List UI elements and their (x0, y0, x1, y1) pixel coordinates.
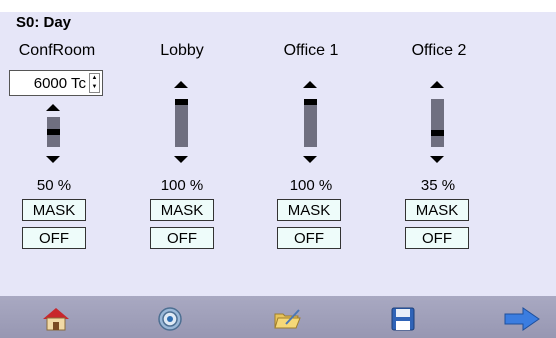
confroom-mask-button[interactable]: MASK (22, 199, 86, 221)
confroom-level: 50 % (36, 177, 72, 194)
lobby-slider-track[interactable] (175, 99, 188, 147)
lobby-off-button[interactable]: OFF (150, 227, 214, 249)
save-icon[interactable] (388, 306, 418, 332)
office1-slider-thumb[interactable] (304, 99, 317, 105)
lobby-mask-button[interactable]: MASK (150, 199, 214, 221)
confroom-up-arrow-icon[interactable] (46, 104, 60, 111)
office1-level: 100 % (289, 177, 333, 194)
home-icon[interactable] (41, 306, 71, 332)
confroom-slider-thumb[interactable] (47, 129, 60, 135)
arrow-right-icon[interactable] (503, 306, 541, 332)
folder-icon[interactable] (272, 306, 302, 332)
confroom-slider-track[interactable] (47, 117, 60, 147)
office2-down-arrow-icon[interactable] (430, 156, 444, 163)
office2-off-button[interactable]: OFF (405, 227, 469, 249)
office2-level: 35 % (420, 177, 456, 194)
lobby-slider-thumb[interactable] (175, 99, 188, 105)
gear-icon[interactable] (155, 306, 185, 332)
office1-off-button[interactable]: OFF (277, 227, 341, 249)
zone-label-confroom: ConfRoom (18, 42, 96, 59)
office2-mask-button[interactable]: MASK (405, 199, 469, 221)
office1-mask-button[interactable]: MASK (277, 199, 341, 221)
office2-up-arrow-icon[interactable] (430, 81, 444, 88)
confroom-off-button[interactable]: OFF (22, 227, 86, 249)
color-temp-spinbox[interactable]: 6000 Tc ▲ ▼ (9, 70, 103, 96)
office2-slider-thumb[interactable] (431, 130, 444, 136)
office2-slider-track[interactable] (431, 99, 444, 147)
confroom-down-arrow-icon[interactable] (46, 156, 60, 163)
spin-up-icon[interactable]: ▲ (92, 74, 98, 83)
top-strip (0, 0, 556, 12)
office1-up-arrow-icon[interactable] (303, 81, 317, 88)
spin-down-icon[interactable]: ▼ (92, 83, 98, 92)
office1-slider-track[interactable] (304, 99, 317, 147)
zone-label-lobby: Lobby (160, 42, 204, 59)
lobby-level: 100 % (160, 177, 204, 194)
lobby-up-arrow-icon[interactable] (174, 81, 188, 88)
zone-label-office1: Office 1 (283, 42, 339, 59)
office1-down-arrow-icon[interactable] (303, 156, 317, 163)
color-temp-value: 6000 Tc (33, 75, 86, 92)
page-title: S0: Day (16, 14, 72, 31)
zone-label-office2: Office 2 (411, 42, 467, 59)
spin-arrows[interactable]: ▲ ▼ (89, 73, 100, 93)
lobby-down-arrow-icon[interactable] (174, 156, 188, 163)
